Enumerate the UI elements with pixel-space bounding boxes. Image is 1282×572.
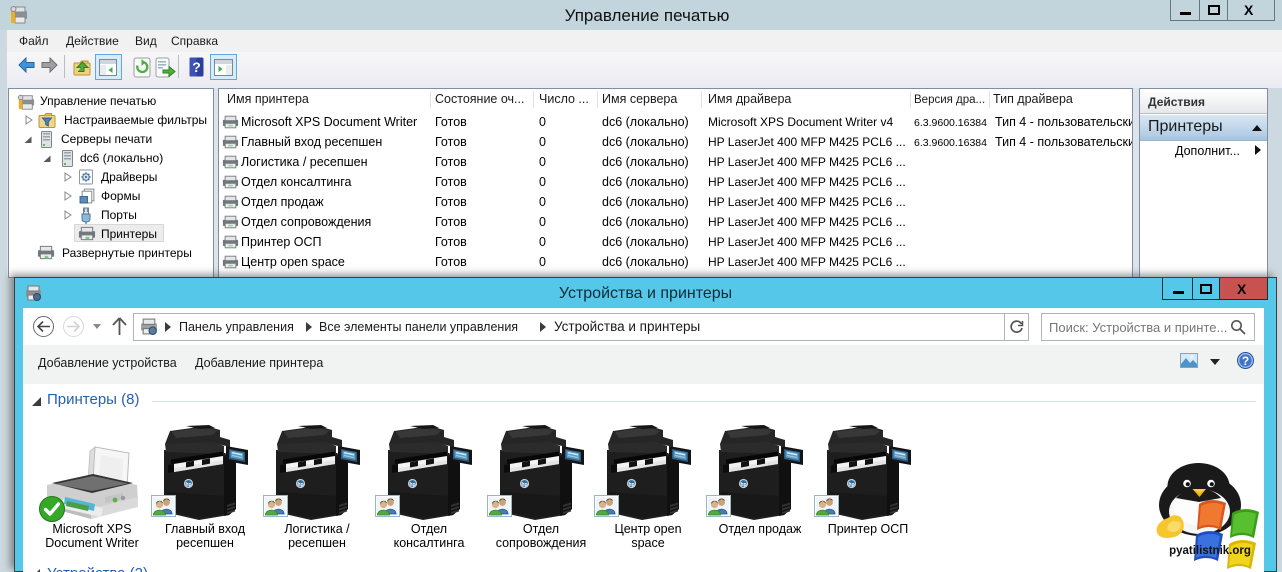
svg-text:?: ? — [1242, 354, 1249, 368]
svg-text:pyatilistnik.org: pyatilistnik.org — [1169, 545, 1251, 557]
svg-text:?: ? — [192, 59, 201, 75]
